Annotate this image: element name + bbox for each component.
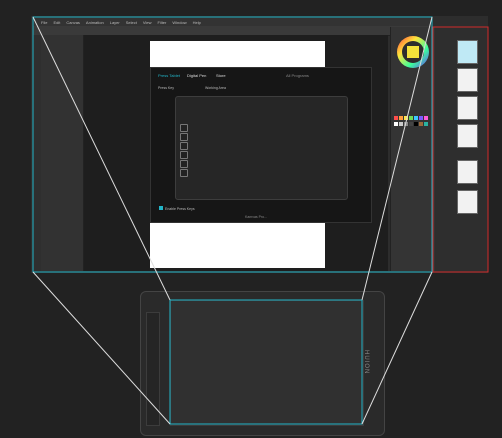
mapping-overlay bbox=[32, 16, 489, 425]
